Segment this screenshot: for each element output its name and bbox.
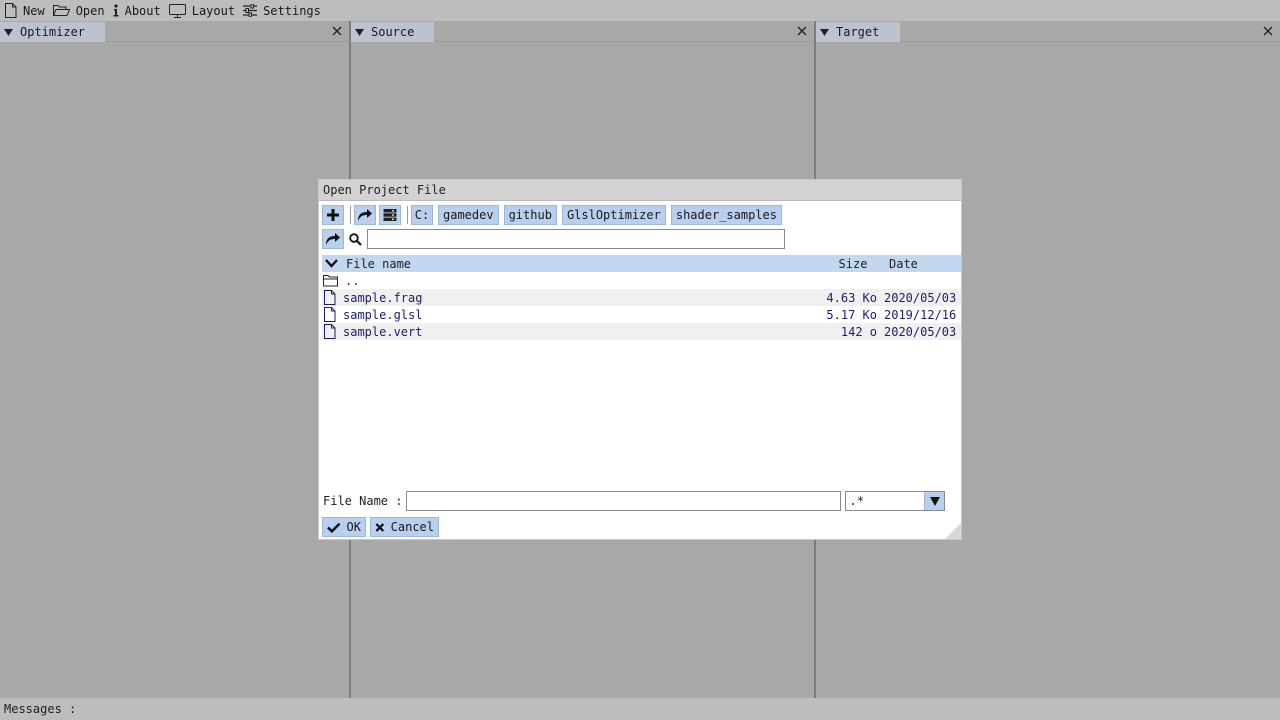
dialog-title-bar[interactable]: Open Project File xyxy=(319,180,961,201)
caret-down-icon[interactable] xyxy=(820,28,829,36)
share-arrow-icon xyxy=(326,233,340,245)
pane-title: Optimizer xyxy=(20,25,86,39)
drives-button[interactable] xyxy=(379,205,401,225)
ok-button[interactable]: OK xyxy=(322,517,366,537)
file-name-row: File Name : .* xyxy=(323,491,946,511)
pane-header: Optimizer xyxy=(0,21,349,42)
menu-layout[interactable]: Layout xyxy=(168,0,239,21)
reset-search-button[interactable] xyxy=(322,229,344,249)
menu-settings[interactable]: Settings xyxy=(243,0,325,21)
search-row xyxy=(322,229,785,249)
search-input[interactable] xyxy=(367,229,785,249)
caret-down-icon[interactable] xyxy=(4,28,13,36)
column-name-label: File name xyxy=(346,256,412,271)
file-date: 2020/05/03 xyxy=(884,324,957,339)
cancel-label: Cancel xyxy=(390,520,434,534)
pane-header: Source xyxy=(351,21,814,42)
pane-header: Target xyxy=(816,21,1280,42)
dialog-actions: OK Cancel xyxy=(322,517,443,537)
file-date: 2020/05/03 xyxy=(884,290,957,305)
chevron-down-icon xyxy=(325,259,338,268)
file-name: .. xyxy=(345,273,360,288)
breadcrumb-drive[interactable]: C: xyxy=(411,205,433,225)
breadcrumb-glsloptimizer[interactable]: GlslOptimizer xyxy=(561,205,666,225)
tab-target[interactable]: Target xyxy=(816,22,900,42)
menu-open-label: Open xyxy=(75,3,105,18)
tab-source[interactable]: Source xyxy=(351,22,434,42)
file-name: sample.frag xyxy=(343,290,423,305)
table-header[interactable]: File name Size Date xyxy=(322,255,961,272)
check-icon xyxy=(327,522,341,533)
sliders-icon xyxy=(243,4,258,17)
close-icon xyxy=(375,522,385,532)
file-icon xyxy=(324,307,336,322)
toolbar-separator xyxy=(407,206,408,224)
status-bar: Messages : xyxy=(0,698,1280,720)
column-header-date[interactable]: Date xyxy=(883,257,961,271)
menu-layout-label: Layout xyxy=(191,3,236,18)
filter-value: .* xyxy=(849,494,864,508)
breadcrumb-shader-samples[interactable]: shader_samples xyxy=(670,205,783,225)
drives-icon xyxy=(383,209,397,221)
menu-new[interactable]: New xyxy=(4,0,49,21)
filter-dropdown-button[interactable] xyxy=(924,492,945,510)
table-row[interactable]: .. xyxy=(322,272,961,289)
file-date: 2019/12/16 xyxy=(884,307,957,322)
caret-down-icon[interactable] xyxy=(355,28,364,36)
file-size: 142 o xyxy=(840,324,877,339)
table-row[interactable]: sample.glsl 5.17 Ko 2019/12/16 xyxy=(322,306,961,323)
file-icon xyxy=(324,290,336,305)
toolbar-separator xyxy=(350,206,351,224)
table-row[interactable]: sample.vert 142 o 2020/05/03 xyxy=(322,323,961,340)
ok-label: OK xyxy=(346,520,361,534)
status-label: Messages : xyxy=(4,702,77,716)
menu-about-label: About xyxy=(124,3,161,18)
file-size: 5.17 Ko xyxy=(826,307,877,322)
menu-settings-label: Settings xyxy=(263,3,321,18)
triangle-down-icon xyxy=(929,496,940,506)
file-icon xyxy=(324,324,336,339)
edit-path-button[interactable] xyxy=(354,205,376,225)
file-name-label: File Name : xyxy=(323,494,403,508)
tab-optimizer[interactable]: Optimizer xyxy=(0,22,105,42)
file-name: sample.vert xyxy=(343,324,423,339)
file-name-input[interactable] xyxy=(406,491,842,511)
breadcrumb-github[interactable]: github xyxy=(503,205,557,225)
plus-icon xyxy=(327,209,339,221)
filter-select[interactable]: .* xyxy=(845,491,946,511)
menu-new-label: New xyxy=(23,3,45,18)
table-row[interactable]: sample.frag 4.63 Ko 2020/05/03 xyxy=(322,289,961,306)
path-toolbar: C: gamedev github GlslOptimizer shader_s… xyxy=(322,205,787,225)
monitor-icon xyxy=(168,3,186,18)
menu-about[interactable]: About xyxy=(113,0,165,21)
column-header-name[interactable]: File name xyxy=(322,257,823,271)
file-name: sample.glsl xyxy=(343,307,423,322)
dialog-title: Open Project File xyxy=(323,183,446,197)
column-header-size[interactable]: Size xyxy=(823,257,883,271)
open-file-dialog: Open Project File C: gamedev github Glsl… xyxy=(318,179,962,540)
file-table: File name Size Date .. sample.frag 4.63 … xyxy=(322,255,961,340)
share-arrow-icon xyxy=(358,209,372,221)
folder-icon xyxy=(323,275,338,287)
create-folder-button[interactable] xyxy=(322,205,344,225)
close-icon[interactable] xyxy=(1262,25,1274,37)
pane-title: Target xyxy=(836,25,880,39)
folder-open-icon xyxy=(52,5,70,16)
pane-title: Source xyxy=(371,25,415,39)
info-icon xyxy=(113,4,119,17)
file-size: 4.63 Ko xyxy=(826,290,877,305)
close-icon[interactable] xyxy=(796,25,808,37)
cancel-button[interactable]: Cancel xyxy=(370,517,439,537)
menubar: New Open About Layout Settings xyxy=(0,0,1280,21)
file-icon xyxy=(5,3,17,18)
pane-optimizer: Optimizer xyxy=(0,21,349,698)
resize-grip-icon[interactable] xyxy=(945,523,961,539)
breadcrumb-gamedev[interactable]: gamedev xyxy=(438,205,499,225)
close-icon[interactable] xyxy=(331,25,343,37)
menu-open[interactable]: Open xyxy=(52,0,109,21)
search-icon xyxy=(349,232,362,246)
